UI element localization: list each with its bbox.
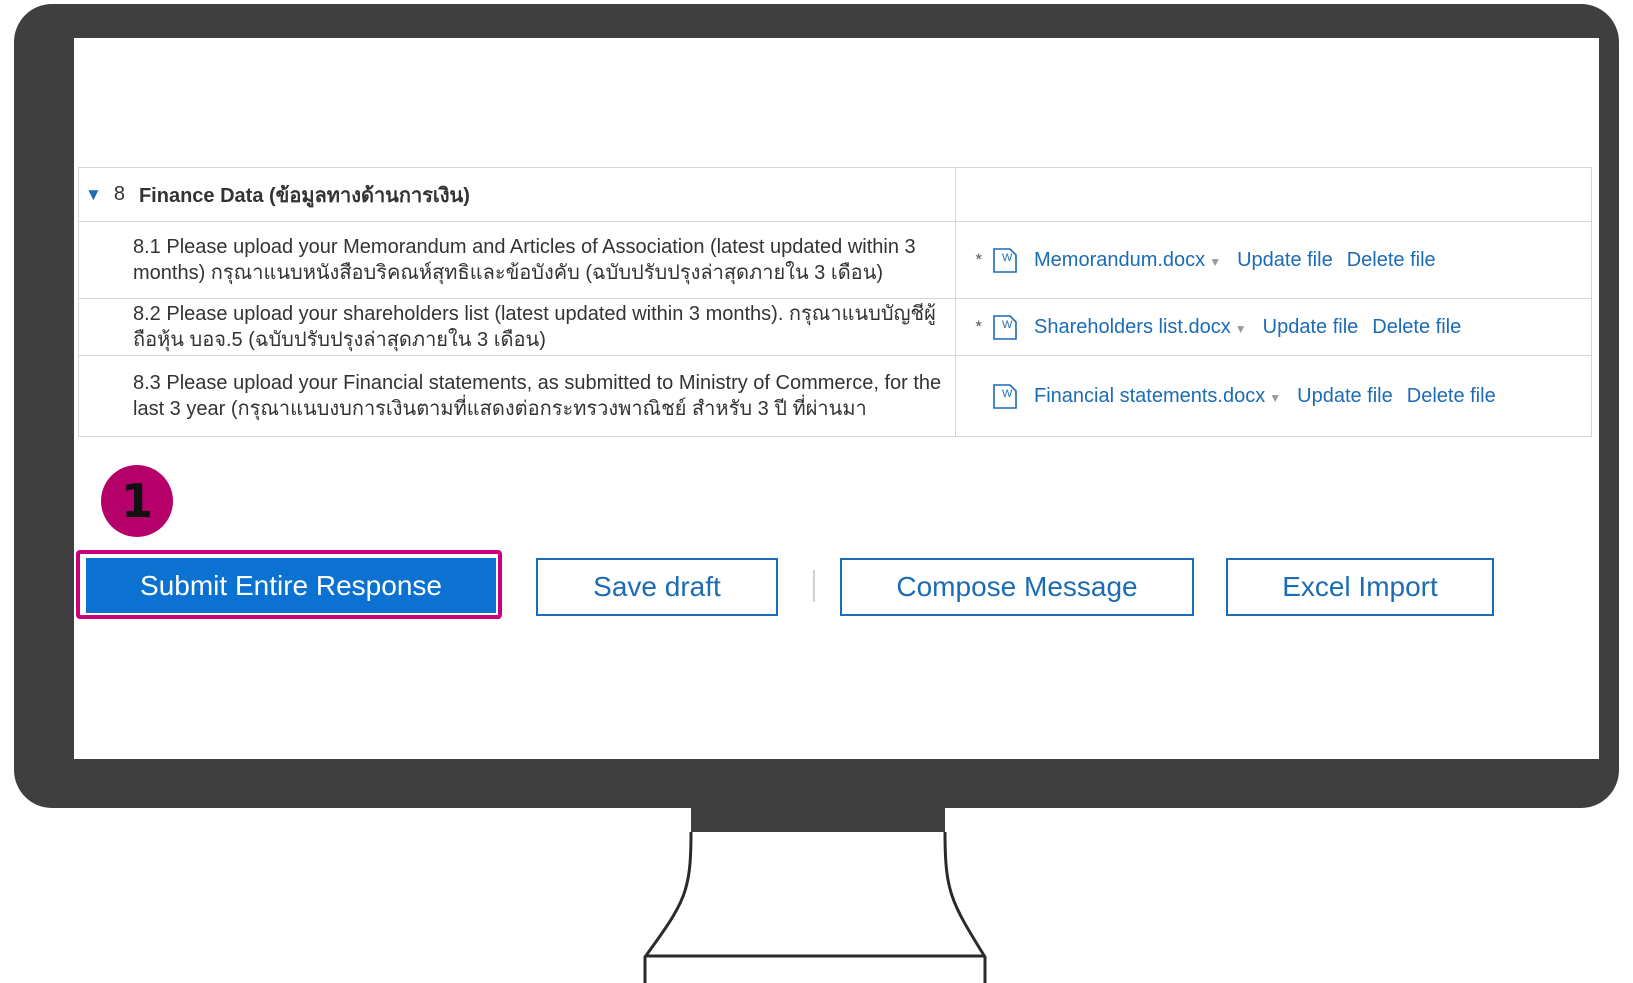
section-header[interactable]: ▼ 8 Finance Data (ข้อมูลทางด้านการเงิน) (79, 179, 955, 211)
question-row: 8.2 Please upload your shareholders list… (78, 298, 1592, 356)
questionnaire-table: ▼ 8 Finance Data (ข้อมูลทางด้านการเงิน) … (78, 167, 1592, 437)
save-draft-button[interactable]: Save draft (536, 558, 778, 616)
question-row: 8.1 Please upload your Memorandum and Ar… (78, 221, 1592, 299)
update-file-link[interactable]: Update file (1237, 249, 1333, 272)
delete-file-link[interactable]: Delete file (1347, 249, 1436, 272)
section-row: ▼ 8 Finance Data (ข้อมูลทางด้านการเงิน) (78, 167, 1592, 222)
collapse-triangle-icon[interactable]: ▼ (85, 185, 102, 205)
update-file-link[interactable]: Update file (1297, 385, 1393, 408)
button-separator (813, 570, 815, 602)
excel-import-button[interactable]: Excel Import (1226, 558, 1494, 616)
monitor-frame: ▼ 8 Finance Data (ข้อมูลทางด้านการเงิน) … (14, 4, 1619, 808)
svg-text:W: W (1002, 388, 1013, 400)
file-name-link[interactable]: Memorandum.docx (1034, 249, 1205, 272)
file-menu-caret-icon[interactable]: ▼ (1235, 322, 1247, 336)
monitor-stand (643, 832, 987, 983)
delete-file-link[interactable]: Delete file (1372, 316, 1461, 339)
section-number: 8 (113, 183, 125, 205)
delete-file-link[interactable]: Delete file (1407, 385, 1496, 408)
word-document-icon: W (993, 384, 1017, 409)
attachment-cell: * W Shareholders list.docx ▼ Update file… (956, 312, 1591, 342)
monitor-neck (691, 808, 945, 832)
word-document-icon: W (993, 315, 1017, 340)
file-name-link[interactable]: Shareholders list.docx (1034, 316, 1231, 339)
question-text: 8.3 Please upload your Financial stateme… (133, 372, 942, 420)
required-marker: * (975, 250, 982, 269)
question-row: 8.3 Please upload your Financial stateme… (78, 355, 1592, 437)
question-text: 8.2 Please upload your shareholders list… (133, 303, 936, 351)
file-menu-caret-icon[interactable]: ▼ (1209, 255, 1221, 269)
update-file-link[interactable]: Update file (1263, 316, 1359, 339)
attachment-cell: * W Memorandum.docx ▼ Update file Delete… (956, 245, 1591, 275)
step-badge: 1 (101, 465, 173, 537)
svg-text:W: W (1002, 252, 1013, 264)
required-marker: * (975, 317, 982, 336)
compose-message-button[interactable]: Compose Message (840, 558, 1194, 616)
file-menu-caret-icon[interactable]: ▼ (1269, 391, 1281, 405)
submit-entire-response-button[interactable]: Submit Entire Response (86, 558, 496, 613)
section-title: Finance Data (ข้อมูลทางด้านการเงิน) (138, 184, 470, 207)
file-name-link[interactable]: Financial statements.docx (1034, 385, 1265, 408)
screen: ▼ 8 Finance Data (ข้อมูลทางด้านการเงิน) … (74, 38, 1599, 759)
svg-text:W: W (1002, 319, 1013, 331)
word-document-icon: W (993, 248, 1017, 273)
attachment-cell: W Financial statements.docx ▼ Update fil… (956, 381, 1591, 411)
question-text: 8.1 Please upload your Memorandum and Ar… (133, 236, 916, 284)
